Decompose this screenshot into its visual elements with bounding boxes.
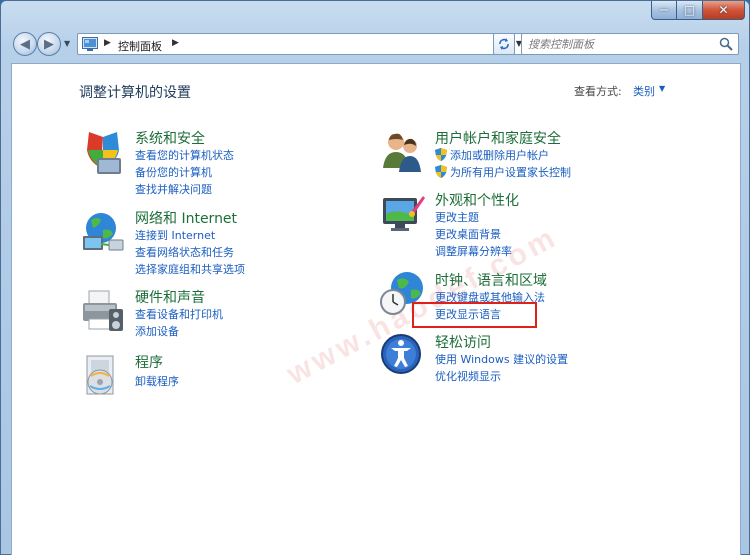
link-text[interactable]: 添加或删除用户帐户	[450, 149, 549, 162]
category-network-internet: 网络和 Internet 连接到 Internet 查看网络状态和任务 选择家庭…	[79, 208, 279, 278]
link-troubleshoot[interactable]: 查找并解决问题	[135, 181, 212, 197]
category-title-appearance[interactable]: 外观和个性化	[435, 190, 519, 210]
security-shield-icon[interactable]	[79, 128, 127, 176]
search-input[interactable]	[528, 37, 708, 52]
link-parental-controls[interactable]: 为所有用户设置家长控制	[435, 164, 571, 180]
programs-icon[interactable]	[79, 352, 127, 400]
category-title-system[interactable]: 系统和安全	[135, 128, 205, 148]
breadcrumb-separator-icon[interactable]: ▶	[104, 38, 111, 48]
chevron-down-icon[interactable]: ▼	[659, 84, 665, 93]
control-panel-window: ─ □ ✕ ◀ ▶ ▼ ▶ 控制面板 ▶ ▼ 搜索控制面板 www.haodef…	[0, 0, 750, 555]
content-pane: www.haodef.com 调整计算机的设置 查看方式: 类别 ▼ 系统和安全…	[11, 63, 741, 555]
breadcrumb-separator-icon[interactable]: ▶	[172, 38, 179, 48]
maximize-button[interactable]: □	[677, 1, 703, 20]
link-add-remove-accounts[interactable]: 添加或删除用户帐户	[435, 147, 549, 163]
category-user-accounts: 用户帐户和家庭安全 添加或删除用户帐户 为所有用户设置家长控制	[379, 128, 609, 182]
view-by-label: 查看方式:	[574, 85, 622, 98]
forward-button[interactable]: ▶	[37, 32, 61, 56]
breadcrumb-control-panel[interactable]: 控制面板	[118, 38, 162, 54]
page-title: 调整计算机的设置	[79, 85, 191, 101]
category-ease-of-access: 轻松访问 使用 Windows 建议的设置 优化视频显示	[379, 332, 609, 386]
link-connect-internet[interactable]: 连接到 Internet	[135, 227, 215, 243]
refresh-icon	[499, 38, 509, 50]
link-windows-suggested-settings[interactable]: 使用 Windows 建议的设置	[435, 351, 568, 367]
printer-icon[interactable]	[79, 287, 127, 335]
category-title-programs[interactable]: 程序	[135, 352, 163, 372]
category-appearance: 外观和个性化 更改主题 更改桌面背景 调整屏幕分辨率	[379, 190, 609, 260]
link-view-computer-status[interactable]: 查看您的计算机状态	[135, 147, 234, 163]
category-system-security: 系统和安全 查看您的计算机状态 备份您的计算机 查找并解决问题	[79, 128, 279, 198]
highlight-box	[412, 302, 537, 328]
link-desktop-background[interactable]: 更改桌面背景	[435, 226, 501, 242]
recent-pages-dropdown-icon[interactable]: ▼	[64, 39, 70, 48]
link-uninstall-program[interactable]: 卸载程序	[135, 373, 179, 389]
link-network-status[interactable]: 查看网络状态和任务	[135, 244, 234, 260]
link-text[interactable]: 为所有用户设置家长控制	[450, 166, 571, 179]
link-screen-resolution[interactable]: 调整屏幕分辨率	[435, 243, 512, 259]
minimize-button[interactable]: ─	[651, 1, 677, 20]
uac-shield-icon	[435, 148, 447, 161]
network-globe-icon[interactable]	[79, 208, 127, 256]
category-title-hardware[interactable]: 硬件和声音	[135, 287, 205, 307]
search-icon[interactable]	[719, 37, 733, 51]
refresh-button[interactable]	[493, 33, 515, 55]
link-devices-printers[interactable]: 查看设备和打印机	[135, 306, 223, 322]
navigation-bar: ◀ ▶ ▼ ▶ 控制面板 ▶ ▼	[11, 31, 741, 57]
link-homegroup-sharing[interactable]: 选择家庭组和共享选项	[135, 261, 245, 277]
category-hardware-sound: 硬件和声音 查看设备和打印机 添加设备	[79, 287, 279, 341]
uac-shield-icon	[435, 165, 447, 178]
title-bar: ─ □ ✕	[1, 1, 749, 27]
category-programs: 程序 卸载程序	[79, 352, 279, 402]
category-title-clock[interactable]: 时钟、语言和区域	[435, 270, 547, 290]
close-button[interactable]: ✕	[703, 1, 745, 20]
users-icon[interactable]	[379, 128, 427, 176]
link-add-device[interactable]: 添加设备	[135, 323, 179, 339]
back-button[interactable]: ◀	[13, 32, 37, 56]
category-title-accounts[interactable]: 用户帐户和家庭安全	[435, 128, 561, 148]
link-optimize-video[interactable]: 优化视频显示	[435, 368, 501, 384]
category-title-network[interactable]: 网络和 Internet	[135, 208, 237, 228]
category-title-ease[interactable]: 轻松访问	[435, 332, 491, 352]
appearance-monitor-icon[interactable]	[379, 190, 427, 238]
control-panel-icon	[82, 37, 98, 51]
link-change-theme[interactable]: 更改主题	[435, 209, 479, 225]
view-by-dropdown[interactable]: 类别	[633, 83, 655, 99]
search-box[interactable]	[521, 33, 739, 55]
ease-of-access-icon[interactable]	[379, 332, 427, 380]
address-bar[interactable]: ▶ 控制面板 ▶ ▼	[77, 33, 529, 55]
window-controls: ─ □ ✕	[651, 1, 745, 20]
link-backup-computer[interactable]: 备份您的计算机	[135, 164, 212, 180]
